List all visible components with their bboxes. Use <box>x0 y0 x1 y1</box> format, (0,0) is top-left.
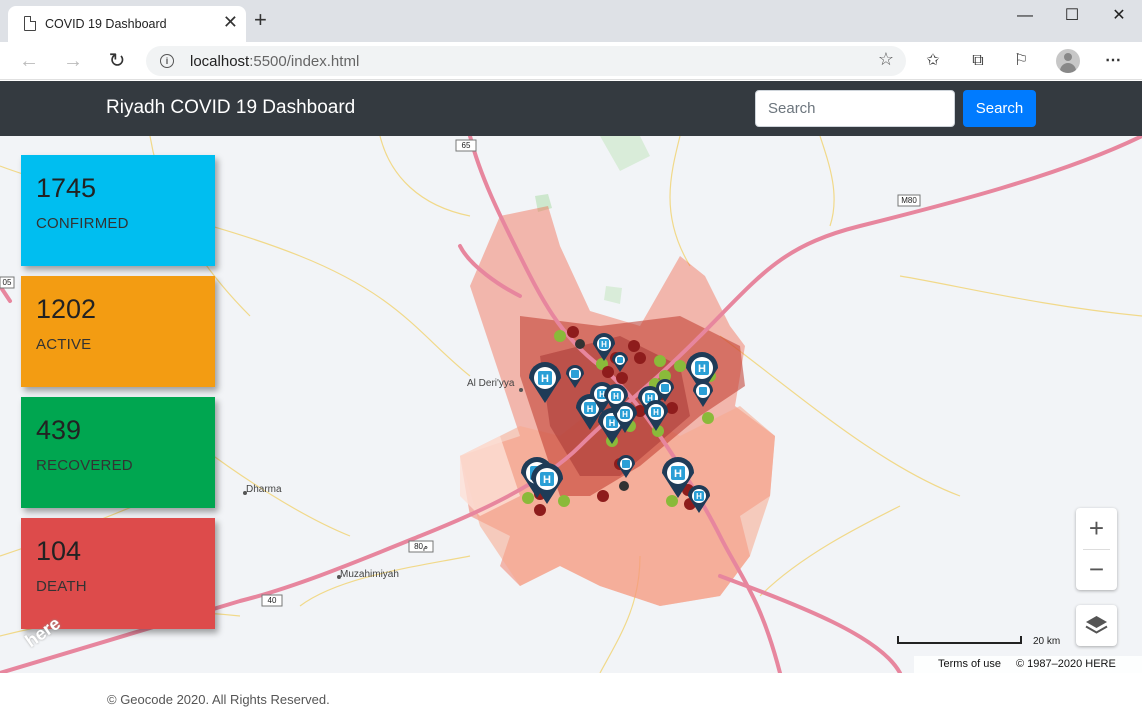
page-icon <box>24 15 37 31</box>
road-label: 65 <box>462 141 471 150</box>
profile-avatar-icon[interactable] <box>1056 49 1080 73</box>
map-copyright: © 1987–2020 HERE <box>1016 658 1116 670</box>
svg-text:H: H <box>543 474 551 486</box>
zoom-control: + − <box>1076 508 1117 590</box>
browser-titlebar: COVID 19 Dashboard ✕ + — ☐ ✕ <box>0 0 1142 42</box>
place-label: Dharma <box>246 484 282 495</box>
refresh-icon[interactable]: ↻ <box>104 49 130 73</box>
page-footer: © Geocode 2020. All Rights Reserved. <box>0 673 1142 728</box>
road-label: 05 <box>3 278 12 287</box>
url-field[interactable]: i localhost:5500/index.html ☆ <box>146 46 906 76</box>
svg-text:H: H <box>653 408 659 417</box>
svg-text:H: H <box>674 468 682 480</box>
url-text: localhost:5500/index.html <box>190 53 360 70</box>
zoom-out-icon[interactable]: − <box>1076 549 1117 590</box>
layers-button[interactable] <box>1076 605 1117 646</box>
death-count: 104 <box>36 536 82 566</box>
svg-text:H: H <box>622 410 628 419</box>
search-button[interactable]: Search <box>963 90 1036 127</box>
road-label: 40 <box>268 596 277 605</box>
map-area[interactable]: 65 M80 40 80م 05 H H H H H H H H H H H H… <box>0 136 1142 673</box>
browser-tab[interactable]: COVID 19 Dashboard ✕ <box>8 6 246 42</box>
brand-title[interactable]: Riyadh COVID 19 Dashboard <box>106 97 355 119</box>
road-label: M80 <box>901 196 917 205</box>
scale-bar <box>897 636 1022 644</box>
footer-text: © Geocode 2020. All Rights Reserved. <box>107 692 330 707</box>
back-icon[interactable]: ← <box>16 49 42 73</box>
svg-text:H: H <box>609 418 616 428</box>
favorite-star-icon[interactable]: ☆ <box>878 49 894 70</box>
minimize-icon[interactable]: — <box>1002 4 1048 30</box>
recovered-label: RECOVERED <box>36 457 133 474</box>
tab-title: COVID 19 Dashboard <box>45 17 167 31</box>
new-tab-icon[interactable]: + <box>254 9 267 31</box>
road-label: 80م <box>414 542 428 551</box>
active-count: 1202 <box>36 294 97 324</box>
svg-text:H: H <box>696 492 702 501</box>
place-label: Muzahimiyah <box>340 569 399 580</box>
close-tab-icon[interactable]: ✕ <box>223 12 238 32</box>
terms-link[interactable]: Terms of use <box>938 658 1001 670</box>
recovered-card: 439 RECOVERED <box>21 397 215 508</box>
confirmed-label: CONFIRMED <box>36 215 129 232</box>
feedback-icon[interactable]: ⚐ <box>1010 51 1032 73</box>
death-label: DEATH <box>36 578 87 595</box>
death-card: 104 DEATH <box>21 518 215 629</box>
layers-icon <box>1085 616 1108 634</box>
search-input[interactable] <box>755 90 955 127</box>
close-window-icon[interactable]: ✕ <box>1096 4 1142 30</box>
svg-text:H: H <box>698 363 706 375</box>
svg-text:H: H <box>541 373 549 385</box>
zoom-in-icon[interactable]: + <box>1076 508 1117 549</box>
svg-text:H: H <box>601 340 607 349</box>
scale-label: 20 km <box>1033 636 1061 647</box>
place-label: Al Deri'yya <box>467 378 515 389</box>
info-icon[interactable]: i <box>160 54 174 68</box>
active-label: ACTIVE <box>36 336 92 353</box>
map-attribution: Terms of use © 1987–2020 HERE <box>914 656 1142 673</box>
address-bar: ← → ↻ i localhost:5500/index.html ☆ ✩ ⧉ … <box>0 42 1142 80</box>
favorites-icon[interactable]: ✩ <box>922 51 944 73</box>
forward-icon[interactable]: → <box>60 49 86 73</box>
app-navbar: Riyadh COVID 19 Dashboard Search <box>0 81 1142 136</box>
recovered-count: 439 <box>36 415 82 445</box>
more-menu-icon[interactable]: ⋯ <box>1102 51 1124 73</box>
active-card: 1202 ACTIVE <box>21 276 215 387</box>
confirmed-card: 1745 CONFIRMED <box>21 155 215 266</box>
maximize-icon[interactable]: ☐ <box>1049 4 1095 30</box>
svg-text:H: H <box>587 404 594 414</box>
collections-icon[interactable]: ⧉ <box>967 51 989 73</box>
svg-text:H: H <box>613 392 619 401</box>
confirmed-count: 1745 <box>36 173 97 203</box>
